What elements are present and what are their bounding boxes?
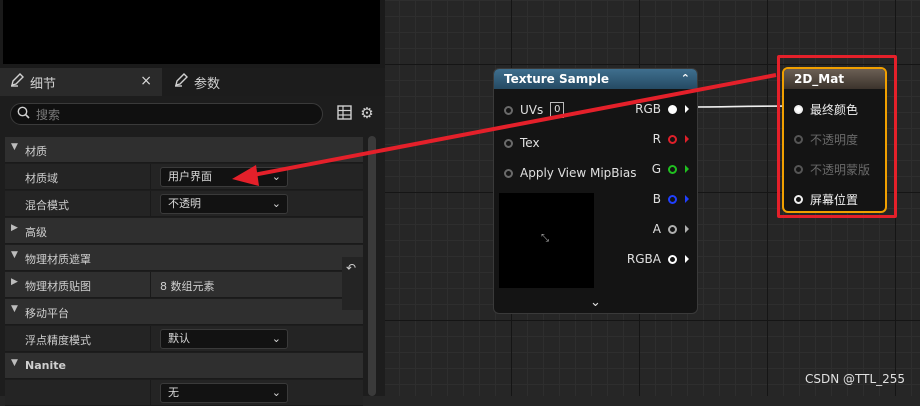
annotation-arrow [247, 73, 777, 178]
annotation-arrowhead [232, 165, 259, 186]
watermark: CSDN @TTL_255 [805, 372, 906, 386]
annotation-layer [232, 73, 777, 186]
